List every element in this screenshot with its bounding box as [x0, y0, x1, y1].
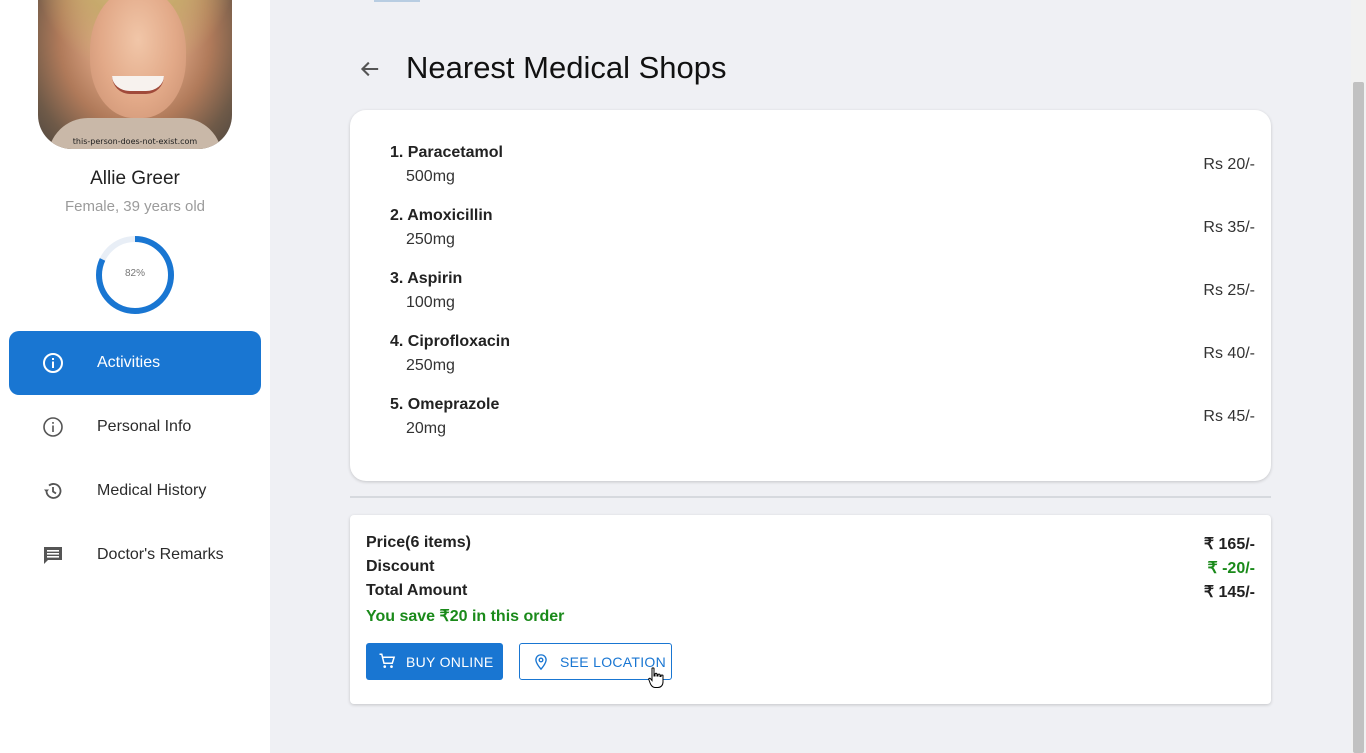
scrollbar[interactable]: [1351, 0, 1366, 753]
history-icon: [44, 483, 62, 499]
medicine-name: 2. Amoxicillin: [390, 207, 493, 224]
discount-value: ₹ -20/-: [1207, 560, 1255, 577]
medicine-price: Rs 35/-: [1203, 219, 1255, 236]
buy-online-button[interactable]: BUY ONLINE: [366, 643, 503, 680]
total-row: Total Amount ₹ 145/-: [366, 582, 1255, 606]
medicine-name: 4. Ciprofloxacin: [390, 333, 511, 350]
info-icon: [43, 417, 63, 437]
discount-row: Discount ₹ -20/-: [366, 558, 1255, 582]
sidebar-item-doctors-remarks[interactable]: Doctor's Remarks: [9, 523, 261, 587]
savings-text: You save ₹20 in this order: [366, 608, 565, 625]
medicine-name: 5. Omeprazole: [390, 396, 500, 413]
hand-cursor-icon: [648, 667, 664, 688]
scrollbar-thumb[interactable]: [1353, 82, 1364, 753]
avatar-face: [90, 0, 186, 118]
total-label: Total Amount: [366, 582, 468, 599]
progress-label: 82%: [124, 268, 145, 279]
medicine-dose: 500mg: [406, 168, 455, 185]
list-item: 1. Paracetamol 500mg Rs 20/-: [390, 144, 1255, 194]
medicine-name: 3. Aspirin: [390, 270, 463, 287]
back-button[interactable]: [356, 55, 384, 83]
sidebar: this-person-does-not-exist.com Allie Gre…: [0, 0, 270, 753]
medicine-price: Rs 45/-: [1203, 408, 1255, 425]
sidebar-item-activities[interactable]: Activities: [9, 331, 261, 395]
buy-online-label: BUY ONLINE: [406, 653, 494, 670]
sidebar-item-label: Personal Info: [97, 418, 192, 435]
comment-icon: [44, 547, 62, 564]
total-value: ₹ 145/-: [1203, 584, 1255, 601]
medicine-price: Rs 25/-: [1203, 282, 1255, 299]
profile-progress: 82%: [94, 234, 176, 316]
divider: [350, 496, 1271, 498]
sidebar-item-label: Activities: [97, 354, 161, 371]
medicine-dose: 250mg: [406, 357, 455, 374]
avatar: this-person-does-not-exist.com: [38, 0, 232, 149]
list-item: 3. Aspirin 100mg Rs 25/-: [390, 270, 1255, 320]
medicine-name: 1. Paracetamol: [390, 144, 503, 161]
cart-icon: [379, 653, 396, 668]
user-subtitle: Female, 39 years old: [64, 198, 206, 215]
price-row: Price(6 items) ₹ 165/-: [366, 534, 1255, 558]
medicine-list-card: 1. Paracetamol 500mg Rs 20/- 2. Amoxicil…: [350, 110, 1271, 481]
info-icon: [43, 353, 63, 373]
list-item: 2. Amoxicillin 250mg Rs 35/-: [390, 207, 1255, 257]
medicine-price: Rs 20/-: [1203, 156, 1255, 173]
sidebar-item-label: Medical History: [97, 482, 207, 499]
arrow-left-icon: [360, 61, 379, 77]
page-title: Nearest Medical Shops: [406, 50, 727, 85]
price-label: Price(6 items): [366, 534, 471, 551]
savings-row: You save ₹20 in this order: [366, 606, 1255, 630]
medicine-price: Rs 40/-: [1203, 345, 1255, 362]
sidebar-item-personal-info[interactable]: Personal Info: [9, 395, 261, 459]
sidebar-item-label: Doctor's Remarks: [97, 546, 224, 563]
discount-label: Discount: [366, 558, 435, 575]
order-summary-card: Price(6 items) ₹ 165/- Discount ₹ -20/- …: [350, 515, 1271, 704]
sidebar-item-medical-history[interactable]: Medical History: [9, 459, 261, 523]
price-value: ₹ 165/-: [1203, 536, 1255, 553]
avatar-watermark: this-person-does-not-exist.com: [72, 137, 198, 146]
user-name: Allie Greer: [90, 168, 180, 189]
list-item: 4. Ciprofloxacin 250mg Rs 40/-: [390, 333, 1255, 383]
list-item: 5. Omeprazole 20mg Rs 45/-: [390, 396, 1255, 446]
location-pin-icon: [535, 654, 547, 671]
medicine-dose: 20mg: [406, 420, 447, 437]
top-tab-indicator: [374, 0, 420, 2]
medicine-dose: 100mg: [406, 294, 455, 311]
medicine-dose: 250mg: [406, 231, 455, 248]
